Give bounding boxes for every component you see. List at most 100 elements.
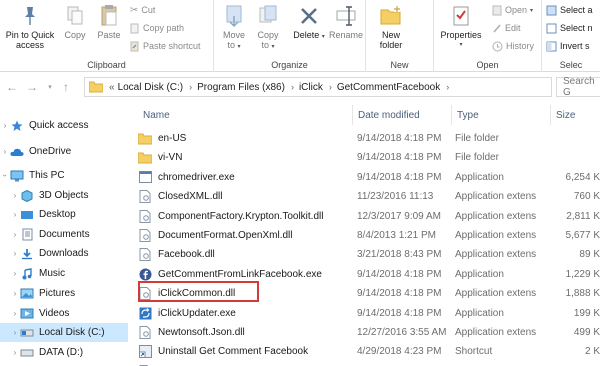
chevron-right-icon[interactable]: › bbox=[10, 269, 20, 278]
file-name-cell[interactable]: vi-VN bbox=[138, 148, 348, 167]
breadcrumb-iclick[interactable]: iClick bbox=[299, 82, 323, 93]
chevron-down-icon[interactable]: › bbox=[1, 171, 10, 181]
chevron-right-icon[interactable]: › bbox=[10, 348, 20, 357]
nav-item-videos[interactable]: › Videos bbox=[0, 304, 128, 323]
chevron-right-icon[interactable]: › bbox=[10, 328, 20, 337]
forward-arrow-icon[interactable]: → bbox=[24, 80, 40, 94]
file-name-cell[interactable]: en-US bbox=[138, 129, 348, 148]
history-button[interactable]: History bbox=[492, 39, 534, 53]
file-name-cell[interactable]: DocumentFormat.OpenXml.dll bbox=[138, 226, 348, 245]
copy-path-button[interactable]: Copy path bbox=[130, 21, 184, 35]
chevron-right-icon[interactable]: › bbox=[10, 309, 20, 318]
file-type: File folder bbox=[455, 133, 499, 144]
file-name-cell[interactable]: Facebook.dll bbox=[138, 245, 348, 264]
file-name-cell[interactable]: Newtonsoft.Json.dll bbox=[138, 323, 348, 342]
breadcrumb-program-files[interactable]: Program Files (x86) bbox=[197, 82, 285, 93]
cube-icon bbox=[20, 189, 34, 202]
chevron-right-icon[interactable]: › bbox=[10, 249, 20, 258]
invert-selection-button[interactable]: Invert s bbox=[546, 39, 590, 53]
copy-to-button[interactable]: Copy to ▾ bbox=[252, 2, 284, 52]
computer-icon bbox=[10, 170, 24, 182]
table-row[interactable]: chromedriver.exe 9/14/2018 4:18 PM Applica… bbox=[136, 168, 600, 187]
up-arrow-icon[interactable]: ↑ bbox=[58, 80, 74, 94]
chevron-right-icon[interactable]: › bbox=[446, 82, 449, 92]
table-row[interactable]: en-US 9/14/2018 4:18 PM File folder bbox=[136, 129, 600, 148]
nav-item-onedrive[interactable]: › OneDrive bbox=[0, 142, 128, 161]
file-name: GetCommentFromLinkFacebook.exe bbox=[158, 268, 322, 280]
table-row[interactable]: WebDriver.dll 4/12/2018 8:43 PMApplicatio… bbox=[136, 362, 600, 366]
breadcrumb-local-disk[interactable]: Local Disk (C:) bbox=[118, 82, 184, 93]
chevron-right-icon[interactable]: › bbox=[189, 82, 192, 92]
updater-icon bbox=[138, 307, 152, 320]
desktop-icon bbox=[20, 209, 34, 221]
nav-item-data-d[interactable]: › DATA (D:) bbox=[0, 343, 128, 362]
new-folder-button[interactable]: New folder bbox=[374, 2, 408, 50]
table-row[interactable]: vi-VN 9/14/2018 4:18 PM File folder bbox=[136, 148, 600, 167]
select-all-button[interactable]: Select a bbox=[546, 3, 593, 17]
file-name-cell[interactable]: ClosedXML.dll bbox=[138, 187, 348, 206]
nav-item-downloads[interactable]: › Downloads bbox=[0, 244, 128, 263]
table-row[interactable]: ComponentFactory.Krypton.Toolkit.dll 12/3… bbox=[136, 207, 600, 226]
cut-button[interactable]: ✂ Cut bbox=[130, 3, 155, 17]
paste-button[interactable]: Paste bbox=[92, 2, 126, 40]
column-header-name[interactable]: Name bbox=[138, 105, 352, 125]
chevron-right-icon[interactable]: › bbox=[10, 191, 20, 200]
column-header-size[interactable]: Size bbox=[551, 105, 600, 125]
pin-to-quick-access-button[interactable]: Pin to Quick access bbox=[2, 2, 58, 50]
file-name-cell[interactable]: ComponentFactory.Krypton.Toolkit.dll bbox=[138, 207, 348, 226]
new-group-label: New bbox=[390, 60, 409, 70]
clipboard-icon bbox=[101, 5, 117, 26]
back-arrow-icon[interactable]: ← bbox=[4, 80, 20, 94]
nav-item-desktop[interactable]: › Desktop bbox=[0, 205, 128, 224]
open-button[interactable]: Open ▾ bbox=[492, 3, 533, 17]
copy-button[interactable]: Copy bbox=[60, 2, 90, 40]
chevron-right-icon[interactable]: › bbox=[329, 82, 332, 92]
nav-item-quick-access[interactable]: › Quick access bbox=[0, 116, 128, 135]
column-header-date-modified[interactable]: Date modified bbox=[353, 105, 451, 125]
pictures-icon bbox=[20, 288, 34, 300]
nav-item-local-disk-c[interactable]: › Local Disk (C:) bbox=[0, 323, 128, 342]
nav-item-3d-objects[interactable]: › 3D Objects bbox=[0, 186, 128, 205]
edit-button[interactable]: Edit bbox=[492, 21, 521, 35]
delete-button[interactable]: Delete ▾ bbox=[290, 2, 328, 42]
paste-shortcut-icon bbox=[130, 41, 139, 51]
file-name: DocumentFormat.OpenXml.dll bbox=[158, 230, 293, 241]
search-input[interactable]: Search G bbox=[556, 76, 600, 98]
nav-item-music[interactable]: › Music bbox=[0, 264, 128, 283]
select-none-button[interactable]: Select n bbox=[546, 21, 593, 35]
chevron-right-icon[interactable]: › bbox=[10, 210, 20, 219]
chevron-right-icon[interactable]: › bbox=[10, 230, 20, 239]
address-prefix[interactable]: « bbox=[109, 82, 115, 93]
move-to-button[interactable]: Move to ▾ bbox=[218, 2, 250, 52]
new-group: New folder New bbox=[366, 0, 434, 72]
nav-item-this-pc[interactable]: › This PC bbox=[0, 166, 128, 185]
address-bar[interactable]: « Local Disk (C:) › Program Files (x86) › … bbox=[84, 77, 552, 97]
breadcrumb-getcommentfacebook[interactable]: GetCommentFacebook bbox=[337, 82, 440, 93]
file-name-cell[interactable]: chromedriver.exe bbox=[138, 168, 348, 187]
nav-item-documents[interactable]: › Documents bbox=[0, 225, 128, 244]
table-row[interactable]: Newtonsoft.Json.dll 12/27/2016 3:55 AM App… bbox=[136, 323, 600, 342]
table-row[interactable]: ClosedXML.dll 11/23/2016 11:13 Application… bbox=[136, 187, 600, 206]
table-row[interactable]: iClickUpdater.exe 9/14/2018 4:18 PM Applic… bbox=[136, 304, 600, 323]
nav-item-pictures[interactable]: › Pictures bbox=[0, 284, 128, 303]
chevron-right-icon[interactable]: › bbox=[0, 121, 10, 130]
file-name-cell[interactable]: WebDriver.dll bbox=[138, 362, 348, 366]
table-row[interactable]: Uninstall Get Comment Facebook 4/29/2018 … bbox=[136, 342, 600, 361]
pin-icon bbox=[25, 7, 35, 25]
download-icon bbox=[20, 248, 34, 260]
file-date-modified: 9/14/2018 4:18 PM bbox=[357, 268, 442, 280]
chevron-right-icon[interactable]: › bbox=[0, 147, 10, 156]
table-row[interactable]: Facebook.dll 3/21/2018 8:43 PM Application… bbox=[136, 245, 600, 264]
file-size: 6,254 K bbox=[565, 171, 600, 183]
recent-locations-chevron-icon[interactable]: ▾ bbox=[42, 83, 58, 91]
chevron-right-icon[interactable]: › bbox=[291, 82, 294, 92]
column-header-type[interactable]: Type bbox=[452, 105, 550, 125]
properties-button[interactable]: Properties ▾ bbox=[436, 2, 486, 50]
file-name-cell[interactable]: iClickUpdater.exe bbox=[138, 304, 348, 323]
chevron-right-icon[interactable]: › bbox=[10, 289, 20, 298]
file-name-cell[interactable]: Uninstall Get Comment Facebook bbox=[138, 342, 348, 361]
select-group: Select a Select n Invert s Selec bbox=[542, 0, 600, 72]
paste-shortcut-button[interactable]: Paste shortcut bbox=[130, 39, 201, 53]
table-row[interactable]: DocumentFormat.OpenXml.dll 8/4/2013 1:21 … bbox=[136, 226, 600, 245]
rename-button[interactable]: Rename bbox=[328, 2, 364, 40]
